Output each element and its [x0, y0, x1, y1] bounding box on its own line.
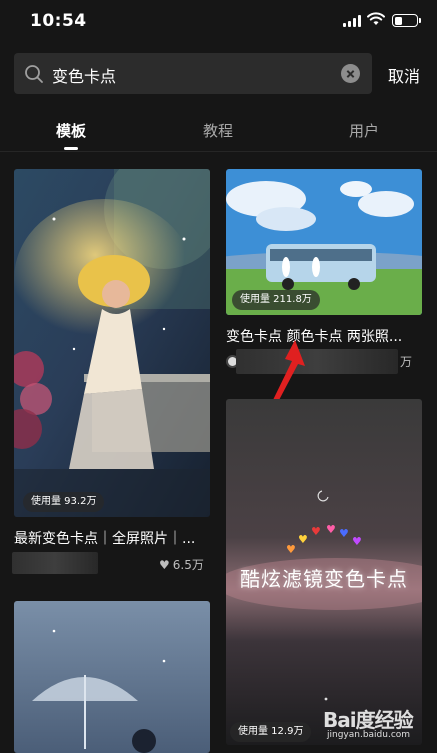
status-bar: 10:54 [0, 0, 437, 44]
tab-bar: 模板 教程 用户 [0, 110, 437, 152]
template-card-4[interactable] [14, 601, 210, 753]
svg-text:♥: ♥ [311, 525, 321, 538]
card-title[interactable]: 变色卡点 颜色卡点 两张照... [226, 326, 422, 346]
likes-count: ♥ 6.5万 [159, 558, 204, 572]
author-info-blurred [12, 552, 98, 574]
battery-icon [392, 14, 421, 27]
tab-indicator [64, 147, 78, 150]
svg-text:♥: ♥ [298, 533, 308, 546]
svg-text:♥: ♥ [326, 523, 336, 536]
red-arrow-annotation [273, 340, 305, 402]
baidu-jingyan-watermark: Bai度经验 jingyan.baidu.com [323, 708, 414, 740]
card-1-thumbnail [14, 169, 210, 517]
svg-text:♥: ♥ [339, 527, 349, 540]
usage-badge: 使用量 211.8万 [232, 290, 320, 310]
author-info-blurred [236, 349, 398, 374]
heart-icon: ♥ [159, 558, 170, 572]
tab-users[interactable]: 用户 [324, 120, 404, 141]
search-box[interactable]: 变色卡点 [14, 53, 372, 94]
usage-badge: 使用量 12.9万 [230, 722, 312, 742]
wifi-icon [367, 12, 385, 25]
likes-count: 万 [400, 355, 413, 369]
tab-tutorials[interactable]: 教程 [178, 120, 258, 141]
template-card-1[interactable]: 使用量 93.2万 [14, 169, 210, 517]
card-title[interactable]: 最新变色卡点｜全屏照片｜... [14, 528, 210, 548]
signal-icon [343, 15, 361, 27]
template-card-3[interactable]: ♥ ♥ ♥ ♥ ♥ ♥ 酷炫滤镜变色卡点 使用量 12.9万 [226, 399, 422, 745]
search-input[interactable]: 变色卡点 [52, 63, 116, 87]
svg-text:♥: ♥ [352, 535, 362, 548]
cancel-button[interactable]: 取消 [388, 63, 420, 87]
tab-templates[interactable]: 模板 [31, 120, 111, 141]
template-card-2[interactable]: 使用量 211.8万 [226, 169, 422, 315]
search-icon [25, 65, 43, 83]
status-time: 10:54 [30, 11, 87, 31]
svg-text:♥: ♥ [286, 543, 296, 556]
card-4-thumbnail [14, 601, 210, 753]
clear-icon[interactable] [341, 64, 360, 83]
overlay-text: 酷炫滤镜变色卡点 [240, 567, 408, 591]
usage-badge: 使用量 93.2万 [23, 492, 105, 512]
